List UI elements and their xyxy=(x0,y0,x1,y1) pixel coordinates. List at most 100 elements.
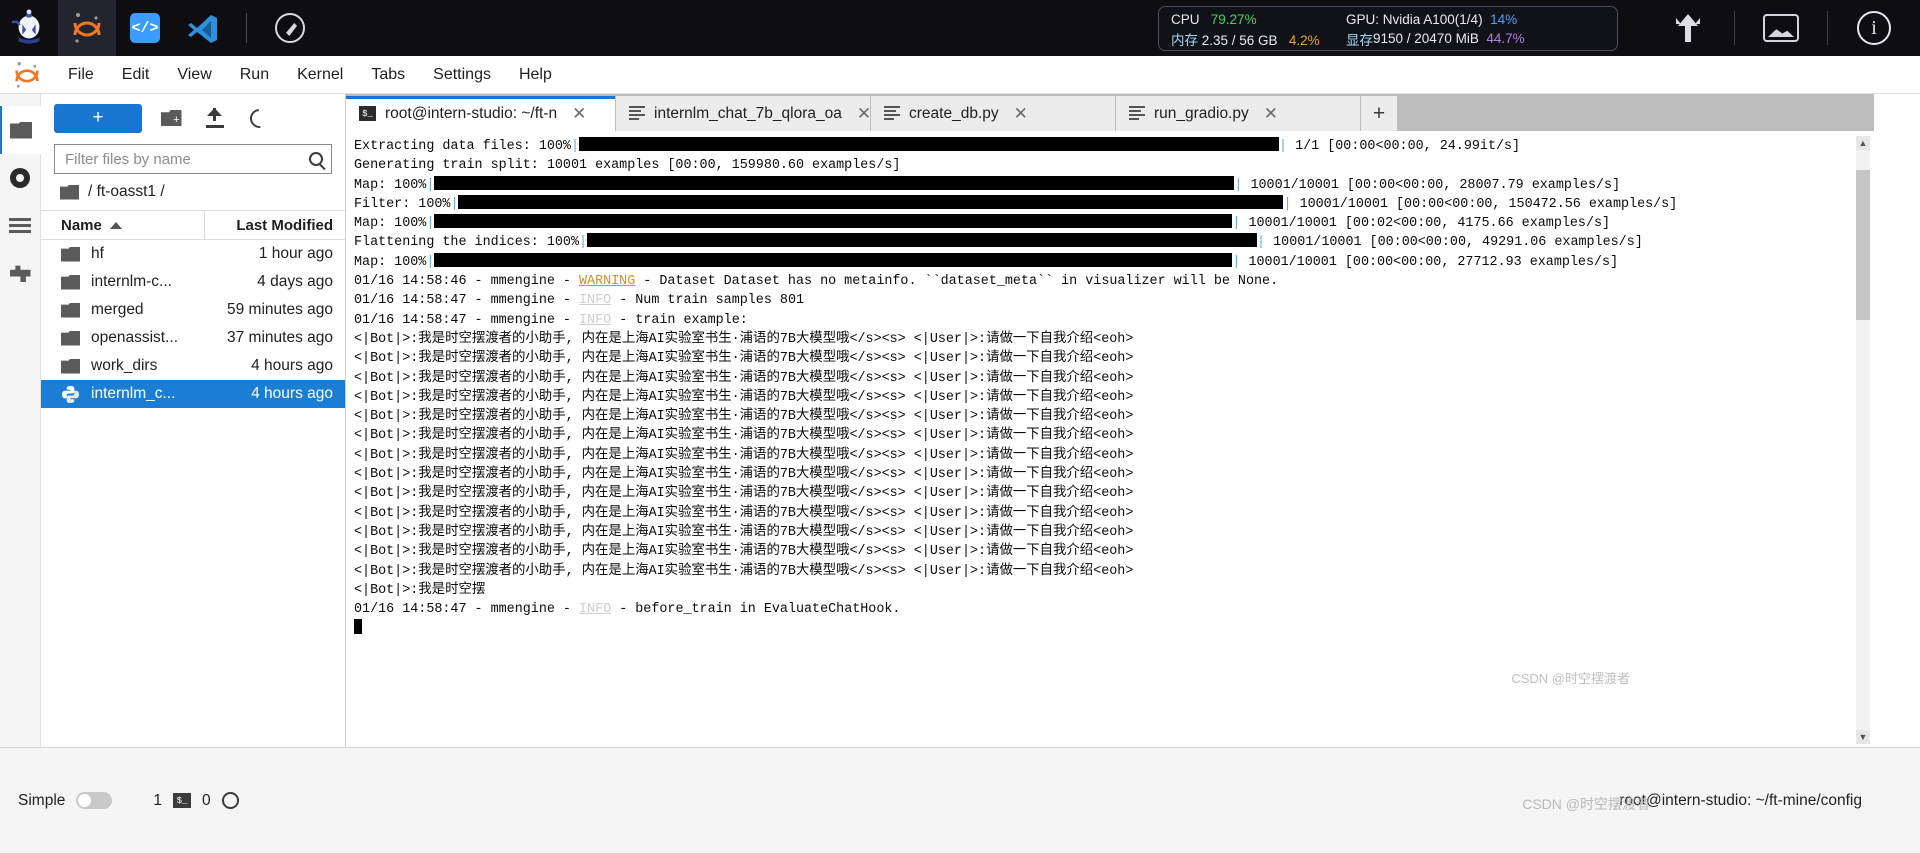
file-list-item-label: openassist... xyxy=(91,329,179,346)
close-icon[interactable]: ✕ xyxy=(857,104,870,124)
folder-icon xyxy=(61,302,80,318)
editor-tab-label: run_gradio.py xyxy=(1154,104,1249,122)
memory-percent: 4.2% xyxy=(1288,32,1320,48)
file-browser-toolbar: + + xyxy=(41,94,345,142)
refresh-icon xyxy=(245,104,273,132)
terminal-scrollbar[interactable]: ▲ ▼ xyxy=(1856,136,1870,744)
menu-kernel[interactable]: Kernel xyxy=(283,56,357,94)
close-icon[interactable]: ✕ xyxy=(1014,104,1028,124)
menu-run[interactable]: Run xyxy=(226,56,283,94)
file-list-item-name-cell: work_dirs xyxy=(61,357,205,375)
upload-action[interactable] xyxy=(1642,0,1734,56)
terminal-line: <|Bot|>:我是时空摆渡者的小助手, 内在是上海AI实验室书生·浦语的7B大… xyxy=(354,428,1134,444)
launcher-robot[interactable] xyxy=(0,0,58,56)
column-header-last-modified[interactable]: Last Modified xyxy=(205,217,345,234)
sidebar-item-table-of-contents[interactable] xyxy=(0,202,41,250)
menu-settings[interactable]: Settings xyxy=(419,56,505,94)
file-list-item[interactable]: internlm-c... 4 days ago xyxy=(41,268,345,296)
editor-tab[interactable]: run_gradio.py ✕ xyxy=(1116,96,1361,131)
file-list-item-modified: 59 minutes ago xyxy=(227,301,333,318)
vram-value: 9150 / 20470 MiB xyxy=(1373,31,1479,46)
memory-label: 内存 xyxy=(1171,32,1198,48)
launcher-compass[interactable] xyxy=(261,0,319,56)
jupyter-menu-bar: File Edit View Run Kernel Tabs Settings … xyxy=(0,56,1920,94)
menu-file[interactable]: File xyxy=(54,56,108,94)
file-list-item[interactable]: merged 59 minutes ago xyxy=(41,296,345,324)
new-folder-button[interactable]: + xyxy=(156,103,186,133)
scroll-track[interactable] xyxy=(1856,150,1870,730)
info-icon: i xyxy=(1857,11,1891,45)
launcher-code-server[interactable]: </> xyxy=(116,0,174,56)
screenshot-action[interactable] xyxy=(1735,0,1827,56)
launcher-jupyter[interactable] xyxy=(58,0,116,56)
new-launcher-button[interactable]: + xyxy=(54,103,142,133)
file-list-item-label: internlm_c... xyxy=(91,385,176,402)
file-list-item-modified: 4 hours ago xyxy=(251,357,333,374)
terminal-line: <|Bot|>:我是时空摆渡者的小助手, 内在是上海AI实验室书生·浦语的7B大… xyxy=(354,409,1134,425)
editor-tab[interactable]: internlm_chat_7b_qlora_oa ✕ xyxy=(616,96,871,131)
menu-help[interactable]: Help xyxy=(505,56,566,94)
folder-icon xyxy=(61,330,80,346)
filter-files-field[interactable] xyxy=(54,144,332,174)
simple-mode-label: Simple xyxy=(18,791,66,809)
status-bar-left: Simple 1 $_ 0 xyxy=(18,792,239,810)
code-brackets-icon: </> xyxy=(130,13,160,43)
simple-mode-toggle[interactable] xyxy=(76,792,113,809)
terminal-line: <|Bot|>:我是时空摆渡者的小助手, 内在是上海AI实验室书生·浦语的7B大… xyxy=(354,544,1134,560)
new-tab-button[interactable]: + xyxy=(1361,96,1397,131)
file-list-item[interactable]: internlm_c... 4 hours ago xyxy=(41,380,345,408)
scroll-down-icon[interactable]: ▼ xyxy=(1856,730,1870,744)
close-icon[interactable]: ✕ xyxy=(572,104,586,124)
vram-label: 显存 xyxy=(1346,32,1373,48)
search-input[interactable] xyxy=(63,149,309,169)
terminal-line: Generating train split: 10001 examples [… xyxy=(354,158,901,174)
file-list-item-name-cell: openassist... xyxy=(61,329,205,347)
terminal-line: <|Bot|>:我是时空摆渡者的小助手, 内在是上海AI实验室书生·浦语的7B大… xyxy=(354,524,1134,540)
robot-icon xyxy=(11,9,40,44)
file-list-item[interactable]: work_dirs 4 hours ago xyxy=(41,352,345,380)
file-list-item-name-cell: merged xyxy=(61,301,205,319)
file-list-item-name-cell: hf xyxy=(61,245,205,263)
upload-files-button[interactable] xyxy=(200,103,230,133)
file-list-item-modified: 37 minutes ago xyxy=(227,329,333,346)
menu-view[interactable]: View xyxy=(163,56,225,94)
editor-tab[interactable]: create_db.py ✕ xyxy=(871,96,1116,131)
editor-tab[interactable]: $_ root@intern-studio: ~/ft-n ✕ xyxy=(346,96,616,131)
sidebar-item-file-browser[interactable] xyxy=(0,106,41,154)
jupyter-small-icon xyxy=(15,61,39,88)
info-action[interactable]: i xyxy=(1828,0,1920,56)
memory-value: 2.35 / 56 GB xyxy=(1201,32,1278,48)
vscode-icon xyxy=(188,15,217,43)
file-list-item-name-cell: internlm-c... xyxy=(61,273,205,291)
breadcrumb[interactable]: / ft-oasst1 / xyxy=(41,174,345,210)
cpu-label: CPU xyxy=(1171,12,1200,27)
file-list-item-label: internlm-c... xyxy=(91,273,172,290)
scroll-thumb[interactable] xyxy=(1856,170,1870,320)
launcher-vscode[interactable] xyxy=(174,0,232,56)
gear-icon[interactable] xyxy=(221,792,239,809)
sidebar-item-extensions[interactable] xyxy=(0,250,41,298)
refresh-button[interactable] xyxy=(244,103,274,133)
column-header-name[interactable]: Name xyxy=(41,210,205,240)
file-list-item-modified: 1 hour ago xyxy=(258,245,333,262)
menu-edit[interactable]: Edit xyxy=(108,56,164,94)
terminal-panel[interactable]: Extracting data files: 100%| | 1/1 [00:00… xyxy=(346,131,1874,747)
scroll-up-icon[interactable]: ▲ xyxy=(1856,136,1870,150)
terminal-line: <|Bot|>:我是时空摆渡者的小助手, 内在是上海AI实验室书生·浦语的7B大… xyxy=(354,505,1134,521)
sidebar-item-running-sessions[interactable] xyxy=(0,154,41,202)
file-list-item[interactable]: hf 1 hour ago xyxy=(41,240,345,268)
folder-icon xyxy=(61,358,80,374)
image-icon xyxy=(1763,14,1799,42)
menu-tabs[interactable]: Tabs xyxy=(357,56,419,94)
search-icon xyxy=(309,152,323,166)
terminal-line: Map: 100%| | 10001/10001 [00:00<00:00, 28… xyxy=(354,175,1621,193)
terminal-line: <|Bot|>:我是时空摆渡者的小助手, 内在是上海AI实验室书生·浦语的7B大… xyxy=(354,351,1134,367)
file-list-item[interactable]: openassist... 37 minutes ago xyxy=(41,324,345,352)
cpu-value: 79.27% xyxy=(1210,12,1257,27)
terminal-output: Extracting data files: 100%| | 1/1 [00:00… xyxy=(354,137,1874,640)
os-right-actions: i xyxy=(1642,0,1920,56)
close-icon[interactable]: ✕ xyxy=(1264,104,1278,124)
upload-icon xyxy=(205,108,225,128)
terminal-line: <|Bot|>:我是时空摆渡者的小助手, 内在是上海AI实验室书生·浦语的7B大… xyxy=(354,447,1134,463)
watermark-text: CSDN @时空摆渡者 xyxy=(1511,671,1630,686)
